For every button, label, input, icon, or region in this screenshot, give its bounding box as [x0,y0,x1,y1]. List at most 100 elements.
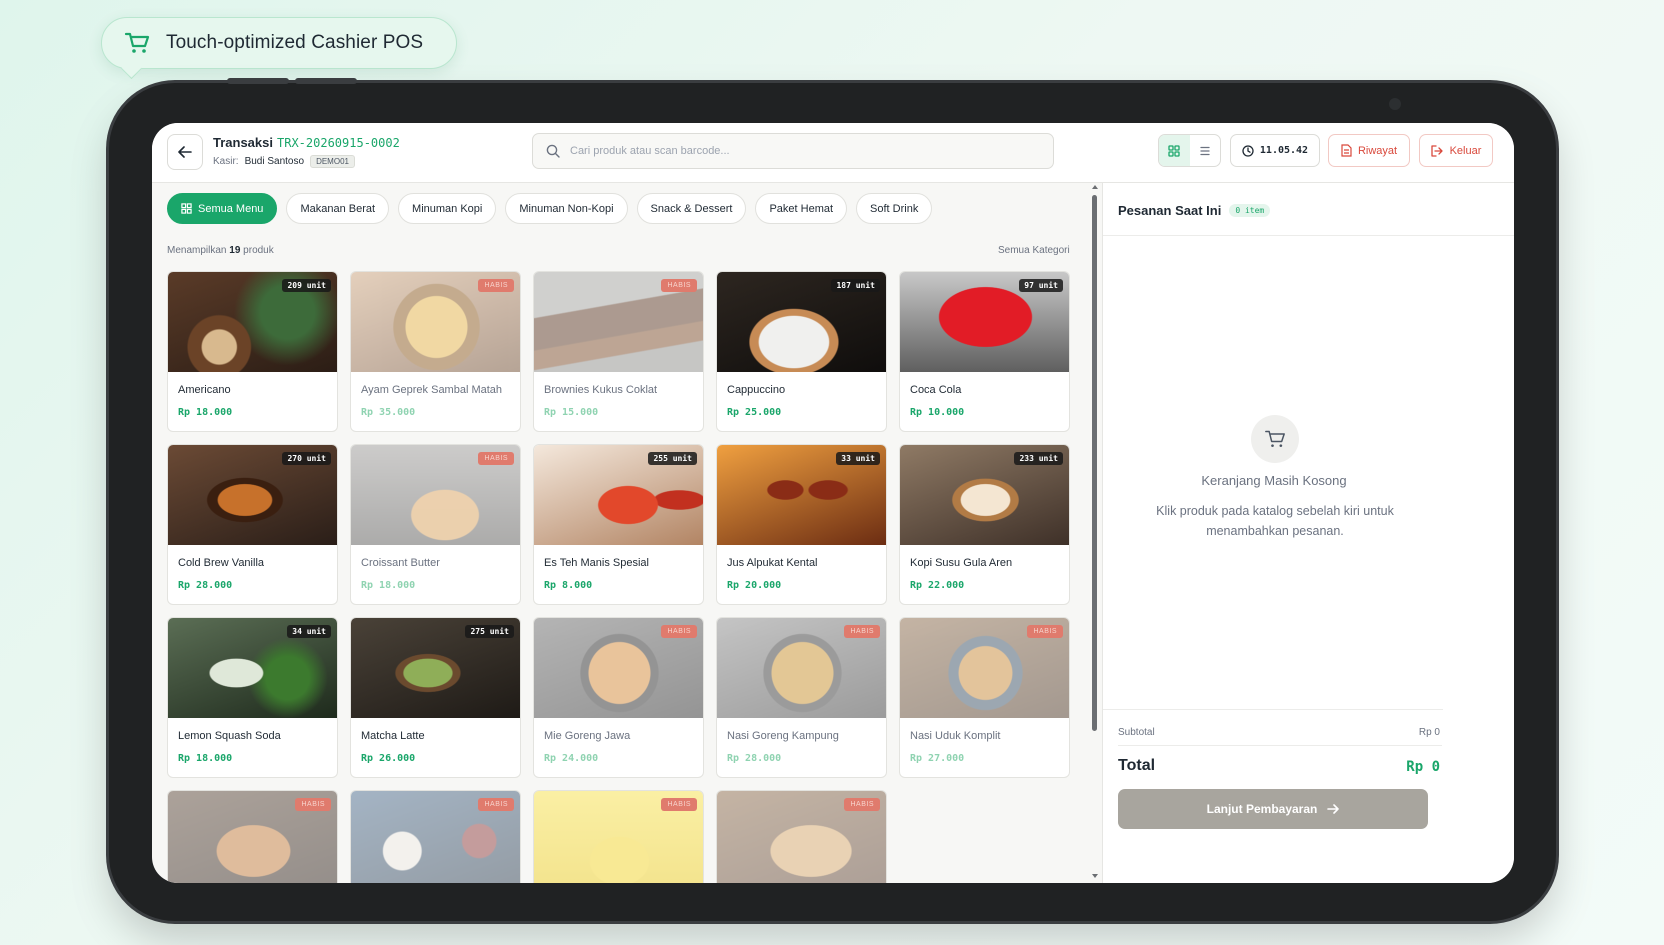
stock-badge: 275 unit [465,625,514,638]
product-price: Rp 22.000 [910,580,965,591]
camera [1389,98,1401,110]
out-of-stock-badge: HABIS [844,625,880,638]
clock-icon [1242,144,1254,157]
feature-badge: Touch-optimized Cashier POS [101,17,457,69]
product-name: Mie Goreng Jawa [544,730,631,742]
product-card[interactable]: HABIS [350,790,521,883]
category-tab[interactable]: Makanan Berat [286,193,390,224]
product-card[interactable]: 209 unit Americano Rp 18.000 [167,271,338,432]
product-name: Ayam Geprek Sambal Matah [361,384,503,396]
scroll-up-icon [1092,185,1098,189]
badge-title: Touch-optimized Cashier POS [166,32,424,53]
product-card[interactable]: HABIS Ayam Geprek Sambal Matah Rp 35.000 [350,271,521,432]
stock-badge: 209 unit [282,279,331,292]
product-card[interactable]: 187 unit Cappuccino Rp 25.000 [716,271,887,432]
product-name: Matcha Latte [361,730,425,742]
product-card[interactable]: 97 unit Coca Cola Rp 10.000 [899,271,1070,432]
search-icon [546,144,560,158]
product-card[interactable]: 34 unit Lemon Squash Soda Rp 18.000 [167,617,338,778]
product-price: Rp 10.000 [910,407,965,418]
arrow-left-icon [178,146,192,158]
cart-count-badge: 0 item [1229,204,1271,217]
clock-display: 11.05.42 [1230,134,1320,167]
out-of-stock-badge: HABIS [478,279,514,292]
product-price: Rp 20.000 [727,580,782,591]
scroll-down-icon [1092,874,1098,878]
history-button[interactable]: Riwayat [1328,134,1410,167]
scrollbar-thumb[interactable] [1092,195,1097,731]
out-of-stock-badge: HABIS [661,798,697,811]
product-card[interactable]: 233 unit Kopi Susu Gula Aren Rp 22.000 [899,444,1070,605]
product-price: Rp 15.000 [544,407,599,418]
stock-badge: 187 unit [831,279,880,292]
out-of-stock-badge: HABIS [661,625,697,638]
arrow-right-icon [1327,804,1340,814]
category-filter[interactable]: Semua Kategori [998,245,1070,256]
back-button[interactable] [167,134,203,170]
cart-panel: Pesanan Saat Ini 0 item Keranjang Masih … [1102,183,1514,883]
product-name: Americano [178,384,231,396]
search-box [532,133,1054,169]
product-card[interactable]: 275 unit Matcha Latte Rp 26.000 [350,617,521,778]
cashier-tag: DEMO01 [310,155,355,168]
stock-badge: 97 unit [1019,279,1063,292]
product-card[interactable]: HABIS [533,790,704,883]
category-tab-label: Soft Drink [870,202,919,215]
divider [1118,745,1442,746]
list-view-button[interactable] [1190,135,1221,166]
transaction-code: TRX-20260915-0002 [277,136,400,150]
product-card[interactable]: HABIS Croissant Butter Rp 18.000 [350,444,521,605]
logout-icon [1430,144,1443,157]
category-tab[interactable]: Minuman Non-Kopi [505,193,628,224]
product-grid: 209 unit Americano Rp 18.000 HABIS Ayam Gepr… [167,271,1073,883]
product-name: Lemon Squash Soda [178,730,281,742]
grid-icon [1168,144,1180,157]
product-card[interactable]: HABIS [167,790,338,883]
category-tab[interactable]: Soft Drink [856,193,933,224]
product-card[interactable]: HABIS Mie Goreng Jawa Rp 24.000 [533,617,704,778]
search-input[interactable] [570,145,1010,157]
grid-icon [181,203,192,214]
product-name: Cold Brew Vanilla [178,557,265,569]
empty-cart-title: Keranjang Masih Kosong [1201,473,1347,488]
product-card[interactable]: HABIS Nasi Uduk Komplit Rp 27.000 [899,617,1070,778]
category-tab[interactable]: Semua Menu [167,193,278,224]
product-card[interactable]: 270 unit Cold Brew Vanilla Rp 28.000 [167,444,338,605]
product-card[interactable]: HABIS Nasi Goreng Kampung Rp 28.000 [716,617,887,778]
transaction-title: Transaksi TRX-20260915-0002 [213,135,400,150]
category-tab[interactable]: Snack & Dessert [636,193,747,224]
product-price: Rp 35.000 [361,407,416,418]
catalog-scrollbar[interactable] [1090,183,1100,883]
product-card[interactable]: 33 unit Jus Alpukat Kental Rp 20.000 [716,444,887,605]
product-card[interactable]: 255 unit Es Teh Manis Spesial Rp 8.000 [533,444,704,605]
cart-title-text: Pesanan Saat Ini [1118,203,1222,218]
count-value: 19 [229,245,241,256]
stock-badge: 270 unit [282,452,331,465]
grid-view-button[interactable] [1159,135,1190,166]
transaction-label: Transaksi [213,135,273,150]
product-card[interactable]: HABIS [716,790,887,883]
cashier-name: Budi Santoso [244,156,305,167]
product-price: Rp 27.000 [910,753,965,764]
logout-label: Keluar [1449,144,1482,157]
product-card[interactable]: HABIS Brownies Kukus Coklat Rp 15.000 [533,271,704,432]
total-label: Total [1118,757,1156,774]
count-suffix: produk [243,245,274,256]
list-icon [1200,146,1210,155]
category-tabs: Semua Menu Makanan Berat Minuman Kopi Minum… [167,193,933,224]
product-count: Menampilkan 19 produk [167,245,274,256]
view-toggle [1158,134,1221,167]
product-price: Rp 24.000 [544,753,599,764]
product-name: Jus Alpukat Kental [727,557,818,569]
product-name: Cappuccino [727,384,786,396]
pay-label: Lanjut Pembayaran [1206,802,1318,816]
product-price: Rp 26.000 [361,753,416,764]
logout-button[interactable]: Keluar [1419,134,1493,167]
cashier-label: Kasir: [213,156,239,167]
out-of-stock-badge: HABIS [661,279,697,292]
pay-button[interactable]: Lanjut Pembayaran [1118,789,1428,829]
category-tab[interactable]: Paket Hemat [755,193,848,224]
category-tab[interactable]: Minuman Kopi [398,193,497,224]
stock-badge: 255 unit [648,452,697,465]
clock-time: 11.05.42 [1259,145,1309,156]
